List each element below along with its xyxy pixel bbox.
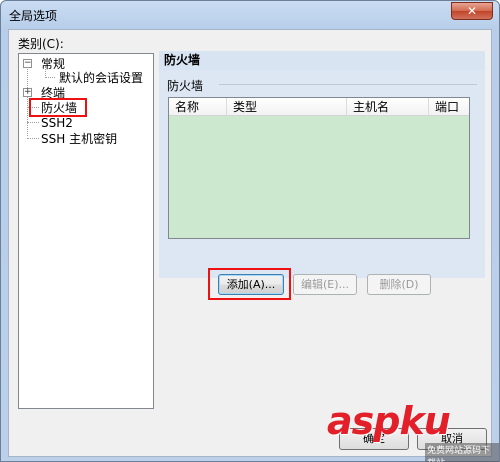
firewall-list[interactable]: 名称 类型 主机名 端口 [168, 97, 470, 239]
close-button[interactable]: ✕ [451, 2, 493, 20]
tree-item-label: 默认的会话设置 [59, 71, 144, 85]
category-tree[interactable]: − 常规 默认的会话设置 + 终端 防火墙 SSH2 SSH 主机密钥 [18, 53, 154, 409]
tree-item-label: 常规 [41, 57, 66, 71]
collapse-icon[interactable]: − [23, 59, 32, 68]
tree-item-ssh2[interactable]: SSH2 [41, 115, 73, 131]
firewall-panel: 防火墙 名称 类型 主机名 端口 添加(A)... 编辑(E)... 删除(D) [159, 70, 485, 300]
category-label: 类别(C): [18, 37, 64, 51]
panel-header: 防火墙 [159, 51, 485, 70]
watermark-logo: aspku [327, 399, 451, 443]
tree-line [27, 122, 39, 123]
global-options-window: 全局选项 ✕ 类别(C): − 常规 默认的会话设置 + 终端 防火墙 SSH2… [0, 0, 500, 462]
add-highlight-box [208, 268, 291, 300]
title-bar[interactable]: 全局选项 ✕ [1, 1, 499, 29]
column-type[interactable]: 类型 [227, 98, 347, 116]
dialog-client-area: 类别(C): − 常规 默认的会话设置 + 终端 防火墙 SSH2 SSH 主机… [8, 29, 492, 457]
group-title: 防火墙 [167, 79, 204, 93]
tree-item-ssh-host-keys[interactable]: SSH 主机密钥 [41, 131, 117, 147]
group-divider [219, 84, 477, 85]
tree-item-label: SSH 主机密钥 [41, 132, 118, 146]
tree-item-label: SSH2 [41, 116, 73, 130]
expand-icon[interactable]: + [23, 88, 32, 97]
tree-line [27, 66, 28, 136]
edit-button[interactable]: 编辑(E)... [293, 274, 357, 295]
tree-line [27, 138, 39, 139]
column-hostname[interactable]: 主机名 [347, 98, 429, 116]
window-title: 全局选项 [9, 9, 58, 23]
tree-item-default-session[interactable]: 默认的会话设置 [59, 70, 143, 86]
delete-button[interactable]: 删除(D) [367, 274, 431, 295]
column-name[interactable]: 名称 [169, 98, 227, 116]
list-header: 名称 类型 主机名 端口 [169, 98, 469, 116]
tree-line [45, 77, 55, 78]
close-icon: ✕ [466, 4, 478, 18]
column-port[interactable]: 端口 [429, 98, 469, 116]
watermark-subtitle: 免费网站源码下载站 [425, 443, 499, 462]
